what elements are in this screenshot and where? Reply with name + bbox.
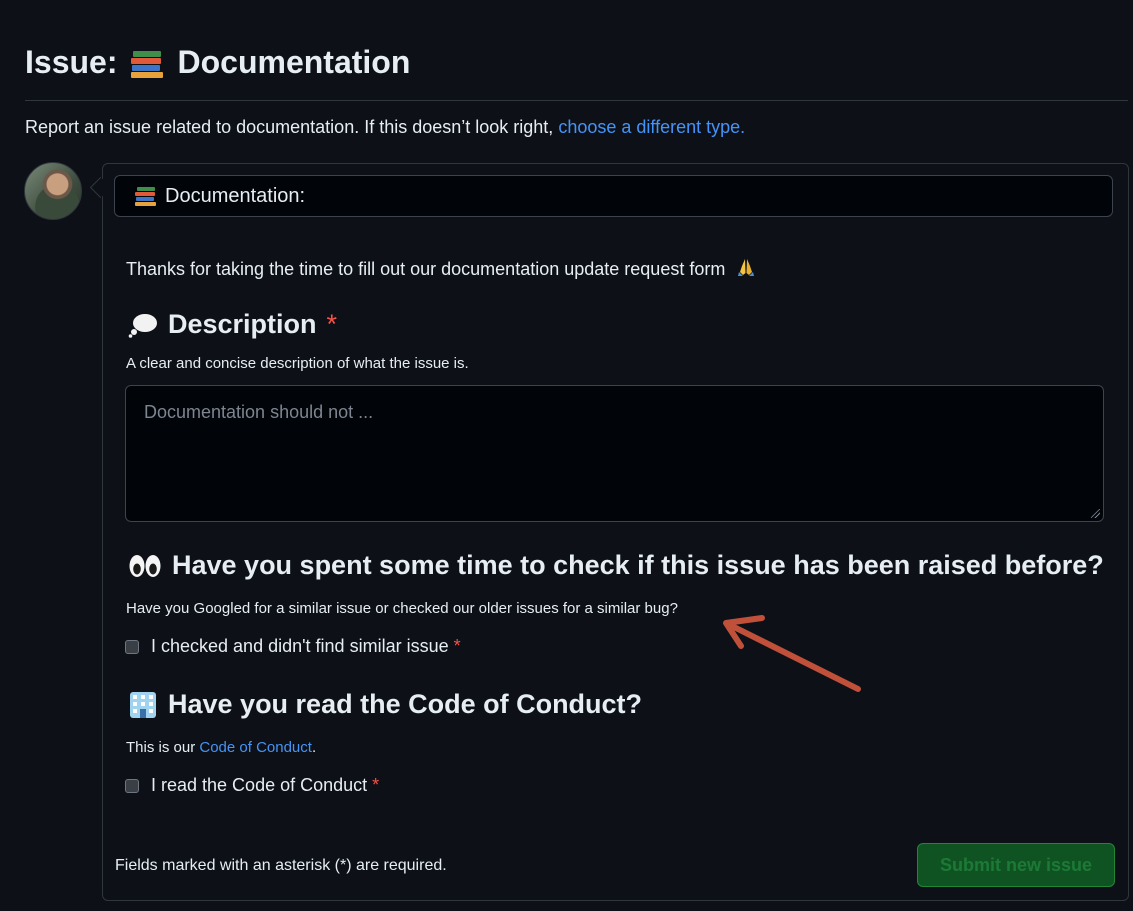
folded-hands-icon (736, 257, 756, 282)
choose-different-type-link[interactable]: choose a different type. (558, 117, 745, 137)
eyes-icon (128, 553, 162, 579)
resize-handle-icon[interactable] (1091, 509, 1100, 518)
duplicate-check-heading: Have you spent some time to check if thi… (128, 550, 1104, 581)
duplicate-check-checkbox[interactable] (125, 639, 139, 654)
form-intro: Thanks for taking the time to fill out o… (126, 257, 756, 282)
required-marker: * (372, 775, 380, 795)
books-icon (131, 49, 164, 78)
header-divider (25, 100, 1128, 101)
required-fields-note: Fields marked with an asterisk (*) are r… (115, 857, 447, 874)
code-of-conduct-checkbox[interactable] (125, 778, 139, 793)
office-building-icon (128, 690, 158, 720)
description-textarea[interactable]: Documentation should not ... (125, 385, 1104, 522)
submit-new-issue-button[interactable]: Submit new issue (917, 843, 1115, 887)
code-of-conduct-label: I read the Code of Conduct (151, 775, 368, 795)
duplicate-check-heading-text: Have you spent some time to check if thi… (172, 550, 1104, 580)
duplicate-check-checkbox-row[interactable]: I checked and didn't find similar issue … (125, 636, 461, 657)
required-marker: * (453, 636, 461, 656)
description-placeholder: Documentation should not ... (144, 402, 374, 422)
intro-text: Thanks for taking the time to fill out o… (126, 259, 726, 279)
coc-help-suffix: . (311, 739, 317, 756)
code-of-conduct-heading-text: Have you read the Code of Conduct? (168, 689, 643, 719)
description-heading-text: Description (168, 309, 317, 339)
description-help: A clear and concise description of what … (126, 355, 469, 372)
page-subtitle: Report an issue related to documentation… (25, 117, 745, 138)
issue-prefix: Issue: (25, 44, 118, 80)
issue-title-input[interactable]: Documentation: (114, 175, 1113, 217)
coc-help-prefix: This is our (126, 739, 196, 756)
user-avatar[interactable] (24, 162, 82, 220)
page-title: Documentation (177, 44, 411, 80)
books-icon (135, 186, 157, 206)
code-of-conduct-heading: Have you read the Code of Conduct? (128, 689, 642, 720)
description-heading: Description * (128, 309, 337, 340)
code-of-conduct-checkbox-row[interactable]: I read the Code of Conduct * (125, 775, 379, 796)
required-marker: * (326, 309, 338, 339)
issue-title-value: Documentation: (165, 184, 306, 207)
subtitle-text: Report an issue related to documentation… (25, 117, 554, 137)
duplicate-check-help: Have you Googled for a similar issue or … (126, 600, 678, 617)
thought-bubble-icon (128, 312, 158, 338)
code-of-conduct-help: This is our Code of Conduct. (126, 739, 316, 756)
duplicate-check-label: I checked and didn't find similar issue (151, 636, 449, 656)
code-of-conduct-link[interactable]: Code of Conduct (199, 739, 312, 756)
page-header: Issue: Documentation (25, 44, 410, 81)
